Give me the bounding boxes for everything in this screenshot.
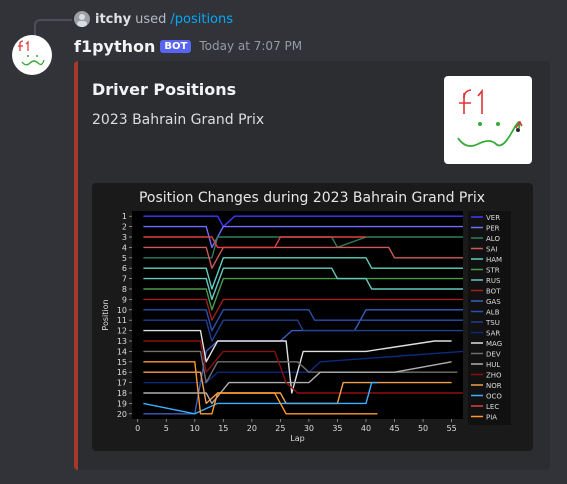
y-tick-label: 13 [117, 337, 127, 346]
f1-doodle-icon [18, 40, 45, 66]
reply-connector [34, 19, 72, 37]
y-axis-label: Position [101, 299, 110, 330]
legend-label: RUS [486, 277, 501, 285]
legend-label: HUL [486, 361, 500, 369]
y-tick-label: 3 [122, 233, 127, 242]
y-tick-label: 17 [117, 379, 127, 388]
y-tick-label: 14 [117, 347, 127, 356]
y-tick-label: 11 [117, 316, 127, 325]
y-tick-label: 6 [122, 264, 127, 273]
y-tick-label: 7 [122, 275, 127, 284]
legend-label: BOT [486, 288, 501, 296]
x-tick-label: 30 [304, 424, 314, 433]
y-tick-label: 4 [122, 243, 127, 252]
position-chart[interactable]: Position Changes during 2023 Bahrain Gra… [92, 183, 533, 451]
y-tick-label: 2 [122, 223, 127, 232]
reply-username[interactable]: itchy [95, 12, 131, 27]
legend-label: PIA [486, 414, 497, 422]
legend-label: HAM [486, 256, 502, 264]
embed-title: Driver Positions [92, 80, 237, 99]
y-tick-label: 18 [117, 389, 127, 398]
bot-badge: BOT [160, 39, 192, 53]
x-axis-label: Lap [290, 434, 304, 443]
embed-card: Driver Positions 2023 Bahrain Grand Prix… [74, 61, 550, 470]
legend-label: LEC [486, 403, 499, 411]
x-tick-label: 55 [446, 424, 456, 433]
embed-description: 2023 Bahrain Grand Prix [92, 112, 265, 128]
legend-label: VER [486, 214, 500, 222]
x-tick-label: 50 [418, 424, 428, 433]
legend-label: SAR [486, 330, 500, 338]
y-tick-label: 15 [117, 358, 127, 367]
x-tick-label: 0 [135, 424, 140, 433]
legend-label: TSU [485, 319, 500, 327]
legend-label: ALO [486, 235, 500, 243]
legend-label: ALB [486, 309, 500, 317]
reply-command[interactable]: /positions [170, 12, 233, 27]
bot-avatar[interactable] [12, 35, 52, 75]
legend-label: ZHO [486, 372, 502, 380]
legend-label: DEV [486, 351, 501, 359]
reply-context[interactable]: itchy used /positions [74, 9, 233, 29]
legend-label: STR [486, 267, 500, 275]
y-tick-label: 9 [122, 295, 127, 304]
x-tick-label: 35 [332, 424, 342, 433]
bot-username[interactable]: f1python [74, 37, 155, 56]
legend-label: PER [486, 225, 500, 233]
reply-verb: used [135, 11, 167, 27]
x-tick-label: 25 [275, 424, 285, 433]
f1-doodle-icon [457, 88, 523, 147]
legend-label: SAI [486, 246, 497, 254]
y-tick-label: 8 [122, 285, 127, 294]
x-tick-label: 10 [190, 424, 200, 433]
legend-label: GAS [486, 298, 501, 306]
y-tick-label: 20 [117, 410, 127, 419]
y-tick-label: 1 [122, 212, 127, 221]
message-header: f1python BOT Today at 7:07 PM [74, 35, 302, 57]
x-tick-label: 5 [164, 424, 169, 433]
y-tick-label: 5 [122, 254, 127, 263]
message-timestamp[interactable]: Today at 7:07 PM [199, 39, 302, 53]
x-tick-label: 40 [361, 424, 371, 433]
embed-thumbnail[interactable] [444, 76, 532, 164]
y-tick-label: 16 [117, 368, 127, 377]
y-tick-label: 10 [117, 306, 127, 315]
x-tick-label: 20 [247, 424, 257, 433]
legend-label: OCO [486, 393, 502, 401]
chart-svg: Position Changes during 2023 Bahrain Gra… [101, 190, 511, 443]
plot-area [132, 211, 463, 419]
legend-label: MAG [486, 340, 502, 348]
y-tick-label: 19 [117, 399, 127, 408]
chart-title: Position Changes during 2023 Bahrain Gra… [139, 190, 485, 206]
y-tick-label: 12 [117, 327, 127, 336]
x-tick-label: 15 [218, 424, 228, 433]
legend-label: NOR [486, 382, 502, 390]
x-tick-label: 45 [389, 424, 399, 433]
reply-avatar[interactable] [74, 11, 90, 27]
